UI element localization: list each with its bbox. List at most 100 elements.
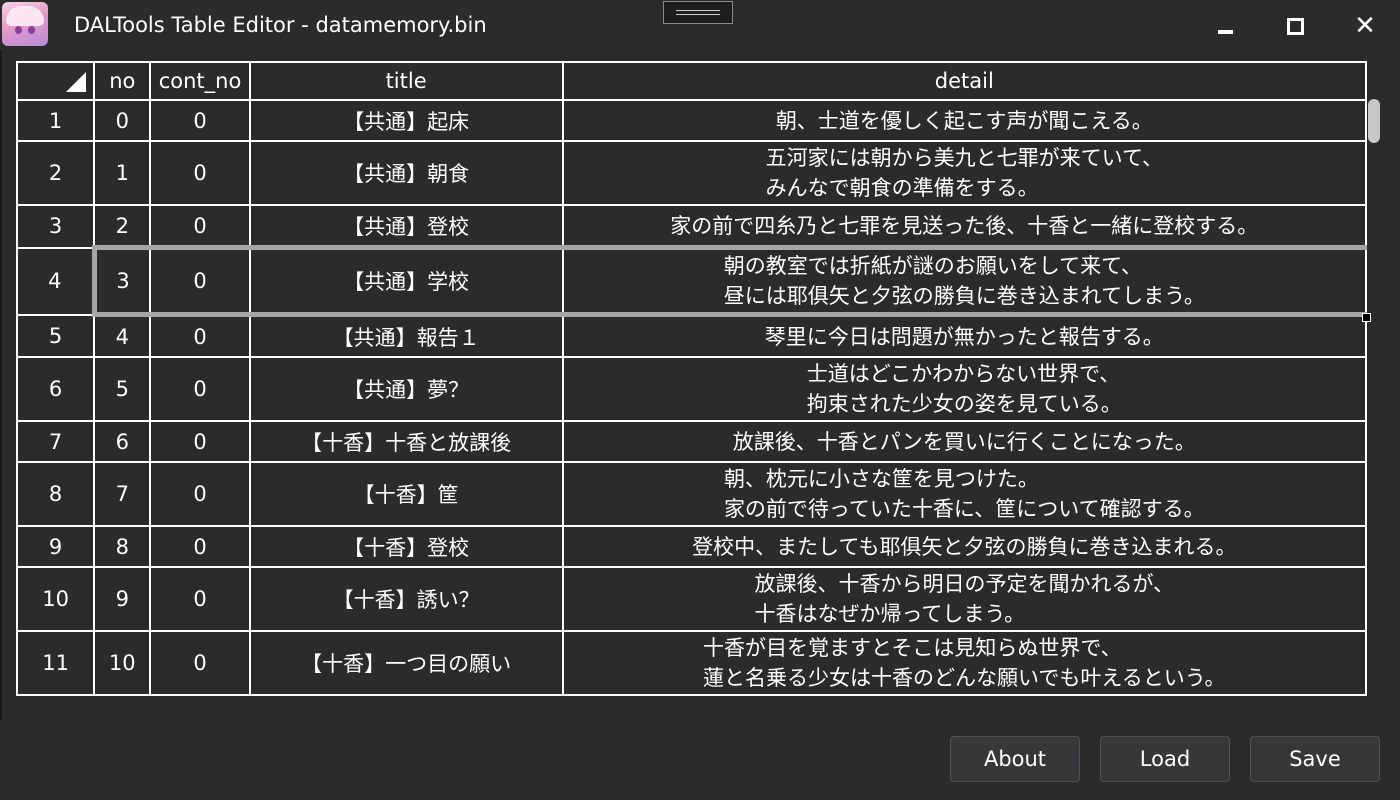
select-all-corner[interactable]	[16, 61, 96, 101]
cell-no[interactable]: 0	[93, 99, 152, 142]
cell-no[interactable]: 7	[93, 461, 152, 527]
cell-title[interactable]: 【十香】筐	[248, 461, 564, 527]
row-header[interactable]: 2	[16, 140, 96, 206]
data-grid[interactable]: no cont_no title detail 1 0 0 【共通】起床 朝、士道を優し…	[16, 61, 1382, 706]
cell-cont-no[interactable]: 0	[149, 204, 251, 249]
row-header[interactable]: 6	[16, 356, 96, 422]
table-row[interactable]: 11 10 0 【十香】一つ目の願い 十香が目を覚ますとそこは見知らぬ世界で、 蓮と名乗…	[16, 630, 1368, 696]
cell-no[interactable]: 10	[93, 630, 152, 696]
title-bar[interactable]: DALTools Table Editor - datamemory.bin ✕	[0, 0, 1400, 50]
cell-title[interactable]: 【共通】学校	[248, 245, 564, 317]
cell-title[interactable]: 【共通】報告１	[248, 313, 564, 358]
cell-detail[interactable]: 士道はどこかわからない世界で、 拘束された少女の姿を見ている。	[561, 356, 1368, 422]
cell-cont-no[interactable]: 0	[149, 140, 251, 206]
vertical-scrollbar[interactable]	[1366, 97, 1382, 706]
table-row[interactable]: 8 7 0 【十香】筐 朝、枕元に小さな筐を見つけた。 家の前で待っていた十香に、筐につ…	[16, 461, 1368, 527]
table-row[interactable]: 4 3 0 【共通】学校 朝の教室では折紙が謎のお願いをして来て、 昼には耶俱矢と夕弦の…	[16, 245, 1368, 317]
cell-detail[interactable]: 朝、枕元に小さな筐を見つけた。 家の前で待っていた十香に、筐について確認する。	[561, 461, 1368, 527]
detail-text: 琴里に今日は問題が無かったと報告する。	[764, 324, 1164, 349]
row-header[interactable]: 4	[16, 246, 96, 316]
detail-text: 登校中、またしても耶俱矢と夕弦の勝負に巻き込まれる。	[692, 534, 1237, 559]
table-row[interactable]: 6 5 0 【共通】夢？ 士道はどこかわからない世界で、 拘束された少女の姿を見ている。	[16, 356, 1368, 422]
about-button[interactable]: About	[950, 736, 1080, 782]
cell-no[interactable]: 3	[91, 245, 152, 317]
cell-cont-no[interactable]: 0	[149, 99, 251, 142]
detail-text: 朝、枕元に小さな筐を見つけた。 家の前で待っていた十香に、筐について確認する。	[723, 467, 1205, 521]
cell-detail[interactable]: 十香が目を覚ますとそこは見知らぬ世界で、 蓮と名乗る少女は十香のどんな願いでも叶…	[561, 630, 1368, 696]
table-row[interactable]: 1 0 0 【共通】起床 朝、士道を優しく起こす声が聞こえる。	[16, 99, 1368, 142]
cell-title[interactable]: 【十香】一つ目の願い	[248, 630, 564, 696]
cell-cont-no[interactable]: 0	[149, 313, 251, 358]
cell-title[interactable]: 【共通】起床	[248, 99, 564, 142]
window-title: DALTools Table Editor - datamemory.bin	[74, 13, 487, 37]
load-button[interactable]: Load	[1100, 736, 1230, 782]
column-header-no[interactable]: no	[93, 61, 152, 101]
cell-no[interactable]: 1	[93, 140, 152, 206]
row-header[interactable]: 9	[16, 525, 96, 568]
column-header-detail[interactable]: detail	[561, 61, 1368, 101]
cell-title[interactable]: 【十香】登校	[248, 525, 564, 568]
save-button[interactable]: Save	[1250, 736, 1380, 782]
cell-no[interactable]: 9	[93, 566, 152, 632]
app-avatar-icon	[2, 2, 48, 46]
cell-detail[interactable]: 朝の教室では折紙が謎のお願いをして来て、 昼には耶俱矢と夕弦の勝負に巻き込まれて…	[561, 245, 1368, 317]
detail-text: 家の前で四糸乃と七罪を見送った後、十香と一緒に登校する。	[670, 213, 1259, 238]
table-row[interactable]: 3 2 0 【共通】登校 家の前で四糸乃と七罪を見送った後、十香と一緒に登校する。	[16, 204, 1368, 249]
cell-detail[interactable]: 琴里に今日は問題が無かったと報告する。	[561, 313, 1368, 358]
cell-detail[interactable]: 放課後、十香とパンを買いに行くことになった。	[561, 420, 1368, 463]
cell-detail[interactable]: 放課後、十香から明日の予定を聞かれるが、 十香はなぜか帰ってしまう。	[561, 566, 1368, 632]
app-window: DALTools Table Editor - datamemory.bin ✕…	[0, 0, 1400, 800]
row-header[interactable]: 8	[16, 461, 96, 527]
cell-detail[interactable]: 朝、士道を優しく起こす声が聞こえる。	[561, 99, 1368, 142]
table-row[interactable]: 9 8 0 【十香】登校 登校中、またしても耶俱矢と夕弦の勝負に巻き込まれる。	[16, 525, 1368, 568]
cell-cont-no[interactable]: 0	[149, 356, 251, 422]
row-header[interactable]: 3	[16, 204, 96, 249]
table-row[interactable]: 7 6 0 【十香】十香と放課後 放課後、十香とパンを買いに行くことになった。	[16, 420, 1368, 463]
cell-no[interactable]: 5	[93, 356, 152, 422]
cell-cont-no[interactable]: 0	[149, 525, 251, 568]
cell-no[interactable]: 6	[93, 420, 152, 463]
maximize-button[interactable]	[1273, 6, 1317, 46]
cell-title[interactable]: 【十香】誘い？	[248, 566, 564, 632]
detail-text: 十香が目を覚ますとそこは見知らぬ世界で、 蓮と名乗る少女は十香のどんな願いでも叶…	[703, 636, 1226, 690]
row-header[interactable]: 5	[16, 313, 96, 358]
row-header[interactable]: 11	[16, 630, 96, 696]
drag-handle-icon[interactable]	[663, 1, 733, 24]
cell-title[interactable]: 【共通】夢？	[248, 356, 564, 422]
cell-title[interactable]: 【共通】朝食	[248, 140, 564, 206]
cell-detail[interactable]: 登校中、またしても耶俱矢と夕弦の勝負に巻き込まれる。	[561, 525, 1368, 568]
column-header-title[interactable]: title	[248, 61, 564, 101]
cell-no[interactable]: 2	[93, 204, 152, 249]
cell-no[interactable]: 8	[93, 525, 152, 568]
cell-detail[interactable]: 五河家には朝から美九と七罪が来ていて、 みんなで朝食の準備をする。	[561, 140, 1368, 206]
row-header[interactable]: 10	[16, 566, 96, 632]
cell-cont-no[interactable]: 0	[149, 420, 251, 463]
close-icon: ✕	[1354, 11, 1376, 41]
minimize-button[interactable]	[1203, 6, 1247, 46]
column-header-cont-no[interactable]: cont_no	[149, 61, 251, 101]
select-all-icon	[66, 72, 87, 92]
cell-cont-no[interactable]: 0	[149, 630, 251, 696]
minimize-icon	[1217, 30, 1233, 34]
scrollbar-thumb[interactable]	[1368, 99, 1380, 143]
table-row[interactable]: 5 4 0 【共通】報告１ 琴里に今日は問題が無かったと報告する。	[16, 313, 1368, 358]
close-button[interactable]: ✕	[1343, 6, 1387, 46]
detail-text: 放課後、十香から明日の予定を聞かれるが、 十香はなぜか帰ってしまう。	[754, 572, 1175, 626]
detail-text: 士道はどこかわからない世界で、 拘束された少女の姿を見ている。	[806, 362, 1122, 416]
cell-cont-no[interactable]: 0	[149, 461, 251, 527]
cell-cont-no[interactable]: 0	[149, 245, 251, 317]
cell-no[interactable]: 4	[93, 313, 152, 358]
cell-title[interactable]: 【共通】登校	[248, 204, 564, 249]
header-row: no cont_no title detail	[16, 61, 1368, 101]
window-edge	[0, 50, 2, 800]
table-row[interactable]: 2 1 0 【共通】朝食 五河家には朝から美九と七罪が来ていて、 みんなで朝食の準備をす…	[16, 140, 1368, 206]
table-row[interactable]: 10 9 0 【十香】誘い？ 放課後、十香から明日の予定を聞かれるが、 十香はなぜか帰っ…	[16, 566, 1368, 632]
row-header[interactable]: 7	[16, 420, 96, 463]
detail-text: 五河家には朝から美九と七罪が来ていて、 みんなで朝食の準備をする。	[765, 146, 1163, 200]
cell-cont-no[interactable]: 0	[149, 566, 251, 632]
detail-text: 放課後、十香とパンを買いに行くことになった。	[732, 429, 1196, 454]
cell-title[interactable]: 【十香】十香と放課後	[248, 420, 564, 463]
cell-detail[interactable]: 家の前で四糸乃と七罪を見送った後、十香と一緒に登校する。	[561, 204, 1368, 249]
row-header[interactable]: 1	[16, 99, 96, 142]
detail-text: 朝、士道を優しく起こす声が聞こえる。	[775, 108, 1153, 133]
